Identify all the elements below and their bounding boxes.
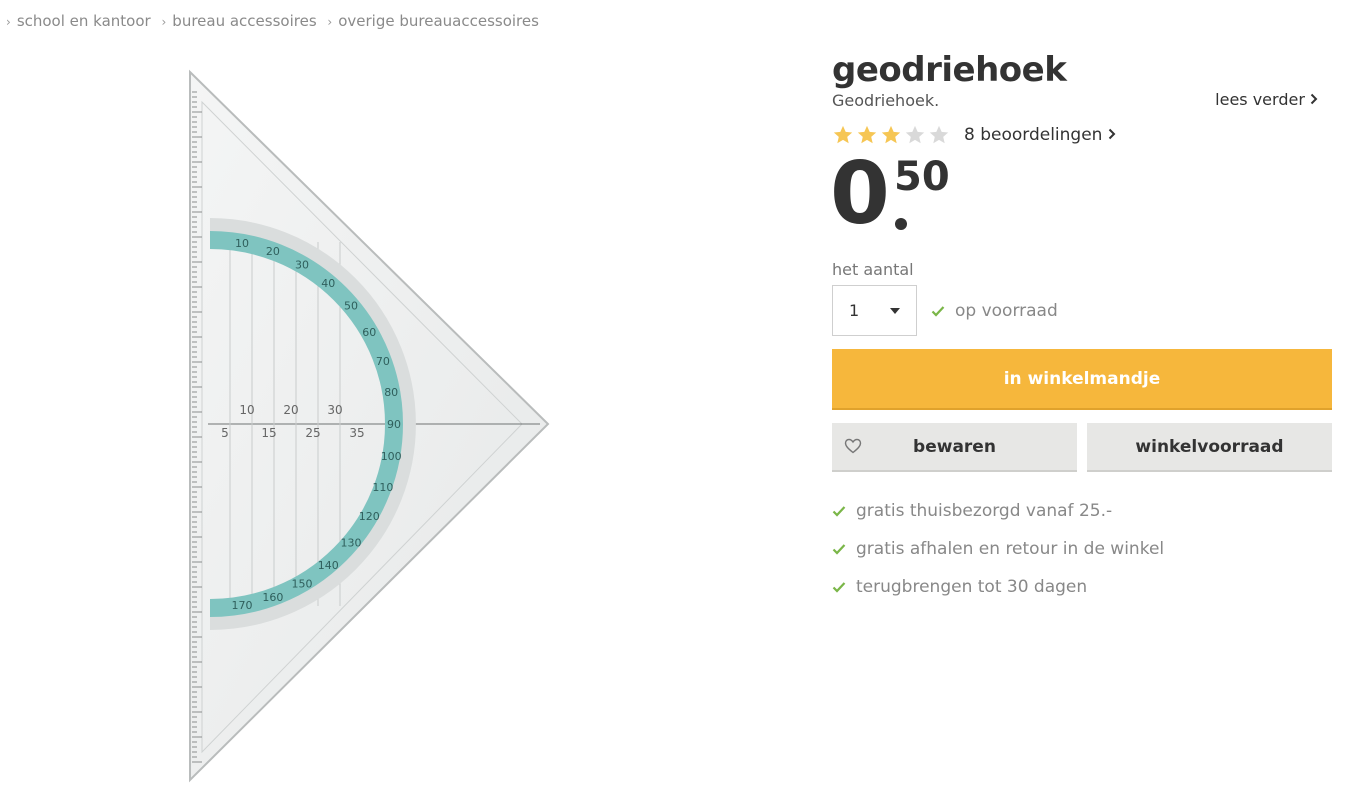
subtitle-row: Geodriehoek. lees verder: [832, 90, 1332, 114]
product-subtitle: Geodriehoek.: [832, 91, 940, 110]
protractor-label: 30: [295, 259, 309, 272]
price-whole: 0: [830, 144, 890, 244]
quantity-value: 1: [849, 301, 860, 320]
product-image[interactable]: 10 20 30 40 50 60 70 80 90 100 110 120 130 140 150 160 1…: [150, 62, 570, 792]
usp-label: gratis afhalen en retour in de winkel: [856, 539, 1165, 559]
store-stock-button[interactable]: winkelvoorraad: [1087, 423, 1332, 472]
breadcrumb-item-school-en-kantoor[interactable]: school en kantoor: [17, 12, 151, 30]
usp-list: gratis thuisbezorgd vanaf 25.- gratis af…: [832, 492, 1332, 606]
ruler-label: 25: [305, 426, 320, 440]
read-more-label: lees verder: [1215, 90, 1305, 109]
protractor-label: 90: [387, 418, 401, 431]
usp-item: terugbrengen tot 30 dagen: [832, 568, 1332, 606]
check-icon: [832, 582, 846, 593]
protractor-label: 100: [381, 450, 402, 463]
stock-status-label: op voorraad: [955, 300, 1058, 321]
star-filled-icon: [881, 125, 901, 144]
price-cents: 50: [894, 154, 950, 200]
protractor-label: 50: [344, 300, 358, 313]
breadcrumb: › school en kantoor › bureau accessoires ›…: [0, 12, 539, 30]
read-more-link[interactable]: lees verder: [1215, 90, 1318, 109]
quantity-row: 1 op voorraad: [832, 285, 1332, 336]
caret-down-icon: [890, 307, 900, 314]
ruler-label: 5: [221, 426, 229, 440]
price-decimal-dot: [895, 218, 907, 230]
product-title: geodriehoek: [832, 50, 1067, 90]
protractor-label: 70: [376, 355, 390, 368]
geodriehoek-image: 10 20 30 40 50 60 70 80 90 100 110 120 130140 150 160 1…: [189, 69, 550, 783]
protractor-label: 60: [362, 326, 376, 339]
usp-item: gratis thuisbezorgd vanaf 25.-: [832, 492, 1332, 530]
add-to-cart-button[interactable]: in winkelmandje: [832, 349, 1332, 410]
star-filled-icon: [857, 125, 877, 144]
protractor-label: 110: [372, 481, 393, 494]
heart-icon: [844, 438, 862, 454]
breadcrumb-separator: ›: [161, 15, 167, 29]
protractor-label: 140: [318, 559, 339, 572]
ruler-label: 30: [327, 403, 342, 417]
quantity-select[interactable]: 1: [832, 285, 917, 336]
protractor-label: 20: [266, 245, 280, 258]
reviews-link[interactable]: 8 beoordelingen: [964, 125, 1116, 145]
breadcrumb-item-bureau-accessoires[interactable]: bureau accessoires: [172, 12, 316, 30]
ruler-label: 10: [239, 403, 254, 417]
check-icon: [832, 544, 846, 555]
chevron-right-icon: [1108, 128, 1116, 140]
star-rating: [832, 124, 950, 146]
protractor-label: 170: [232, 599, 253, 612]
protractor-label: 160: [262, 591, 283, 604]
check-icon: [832, 506, 846, 517]
protractor-label: 120: [359, 510, 380, 523]
ruler-label: 35: [349, 426, 364, 440]
rating-row: 8 beoordelingen: [832, 122, 1332, 148]
save-button-label: bewaren: [913, 436, 996, 457]
usp-label: terugbrengen tot 30 dagen: [856, 577, 1088, 597]
protractor-label: 130: [341, 536, 362, 549]
chevron-right-icon: [1310, 93, 1318, 105]
star-filled-icon: [833, 125, 853, 144]
save-button[interactable]: bewaren: [832, 423, 1077, 472]
price: 0 50: [830, 144, 1332, 248]
breadcrumb-item-overige-bureauaccessoires[interactable]: overige bureauaccessoires: [338, 12, 539, 30]
protractor-label: 80: [384, 386, 398, 399]
stock-status: op voorraad: [931, 301, 1058, 321]
breadcrumb-separator: ›: [6, 15, 11, 29]
usp-label: gratis thuisbezorgd vanaf 25.-: [856, 501, 1113, 521]
protractor-label: 10: [235, 237, 249, 250]
protractor-label: 150: [292, 577, 313, 590]
ruler-label: 15: [261, 426, 276, 440]
star-empty-icon: [929, 125, 949, 144]
secondary-actions: bewaren winkelvoorraad: [832, 423, 1332, 472]
usp-item: gratis afhalen en retour in de winkel: [832, 530, 1332, 568]
reviews-label: 8 beoordelingen: [964, 125, 1103, 145]
breadcrumb-separator: ›: [327, 15, 333, 29]
product-details: geodriehoek Geodriehoek. lees verder 8 b…: [830, 48, 1332, 606]
quantity-label: het aantal: [832, 260, 914, 279]
protractor-label: 40: [321, 277, 335, 290]
check-icon: [931, 305, 945, 317]
star-empty-icon: [905, 125, 925, 144]
ruler-label: 20: [283, 403, 298, 417]
